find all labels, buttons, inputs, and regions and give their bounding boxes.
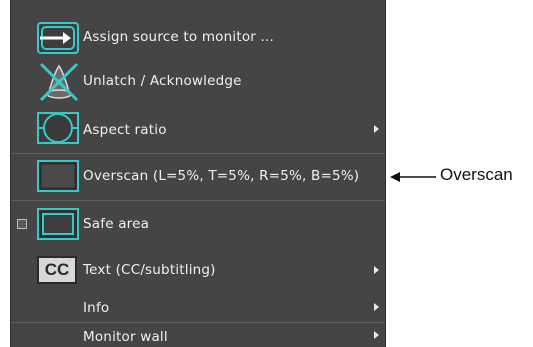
menu-item-overscan[interactable]: Overscan (L=5%, T=5%, R=5%, B=5%): [11, 155, 385, 199]
menu-item-monitor-wall[interactable]: Monitor wall: [11, 324, 385, 347]
menu-item-info[interactable]: Info: [11, 294, 385, 322]
aspect-ratio-icon: [37, 112, 79, 144]
cc-text-icon: CC: [37, 256, 77, 284]
menu-item-label: Text (CC/subtitling): [83, 262, 216, 278]
menu-item-label: Assign source to monitor ...: [83, 29, 275, 45]
menu-item-unlatch-acknowledge[interactable]: Unlatch / Acknowledge: [11, 60, 385, 104]
submenu-arrow-icon: [374, 125, 379, 133]
overscan-icon: [37, 160, 79, 192]
annotation-label: Overscan: [440, 165, 513, 184]
unlatch-acknowledge-icon: [39, 62, 79, 102]
safe-area-icon: [37, 208, 79, 240]
submenu-arrow-icon: [374, 331, 379, 339]
menu-item-safe-area[interactable]: Safe area: [11, 202, 385, 246]
menu-separator: [11, 153, 385, 154]
menu-item-label: Monitor wall: [83, 329, 168, 345]
menu-item-label: Info: [83, 300, 110, 316]
menu-item-label: Aspect ratio: [83, 122, 167, 138]
annotation-arrow-icon: [390, 172, 436, 182]
menu-item-text-cc[interactable]: CC Text (CC/subtitling): [11, 248, 385, 292]
context-menu: Assign source to monitor ... Unlatch / A…: [10, 0, 386, 347]
submenu-arrow-icon: [374, 266, 379, 274]
menu-item-assign-source[interactable]: Assign source to monitor ...: [11, 16, 385, 60]
menu-separator: [11, 322, 385, 323]
menu-item-label: Safe area: [83, 216, 150, 232]
menu-item-label: Unlatch / Acknowledge: [83, 73, 242, 89]
menu-item-label: Overscan (L=5%, T=5%, R=5%, B=5%): [83, 168, 360, 184]
menu-separator: [11, 200, 385, 201]
safe-area-checkbox[interactable]: [17, 219, 27, 229]
assign-source-icon: [37, 22, 79, 54]
menu-item-aspect-ratio[interactable]: Aspect ratio: [11, 106, 385, 152]
submenu-arrow-icon: [374, 303, 379, 311]
